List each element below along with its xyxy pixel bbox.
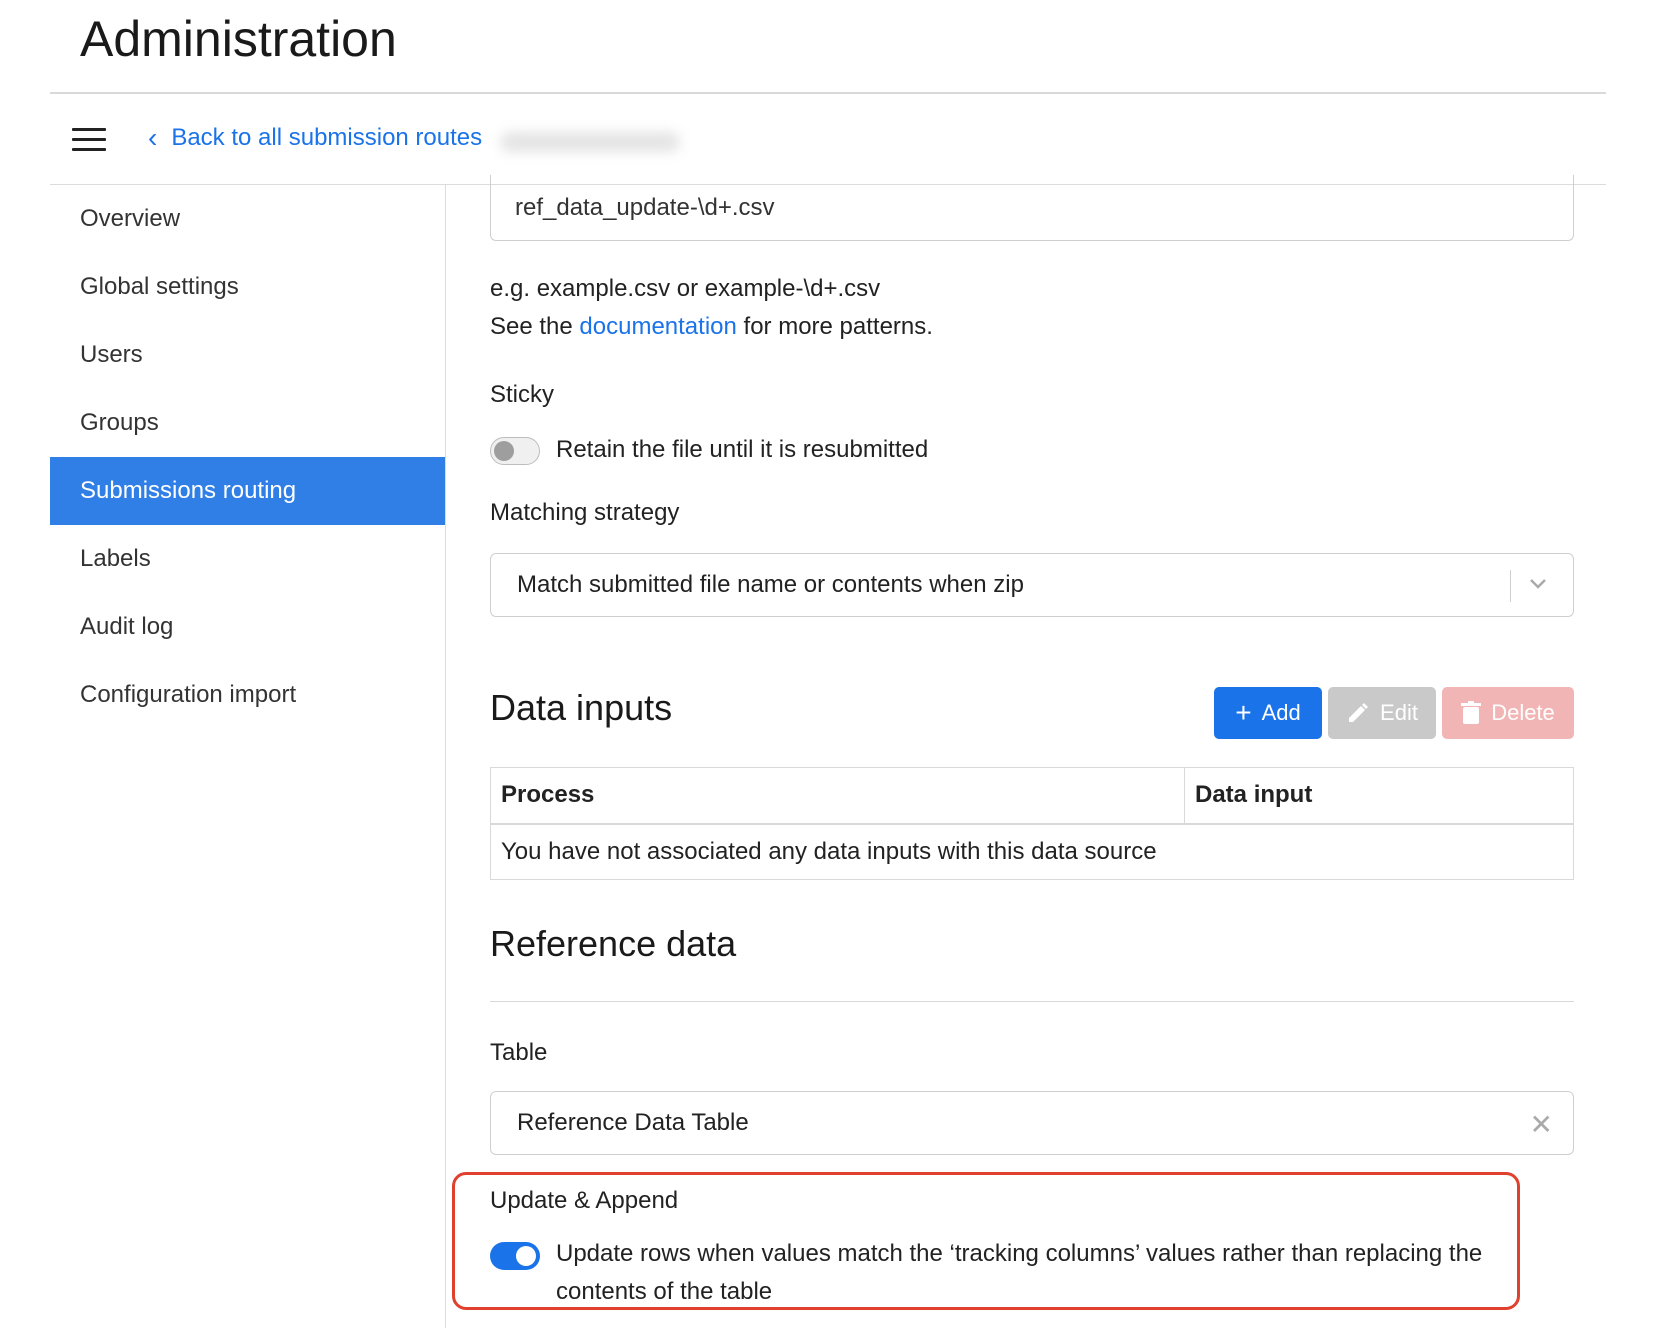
back-link-label: Back to all submission routes bbox=[171, 124, 483, 151]
table-row: You have not associated any data inputs … bbox=[491, 824, 1574, 880]
sidebar-item-groups[interactable]: Groups bbox=[50, 389, 445, 457]
add-button[interactable]: + Add bbox=[1214, 687, 1322, 739]
table-select[interactable]: Reference Data Table ✕ bbox=[490, 1091, 1574, 1155]
edit-button[interactable]: Edit bbox=[1328, 687, 1436, 739]
table-label: Table bbox=[490, 1039, 548, 1066]
hamburger-menu-icon[interactable] bbox=[72, 128, 106, 152]
data-inputs-title: Data inputs bbox=[490, 687, 673, 728]
chevron-down-icon bbox=[1530, 579, 1546, 589]
clear-icon[interactable]: ✕ bbox=[1530, 1108, 1553, 1141]
empty-message: You have not associated any data inputs … bbox=[501, 837, 1157, 865]
table-select-value: Reference Data Table bbox=[517, 1109, 749, 1136]
sidebar: Overview Global settings Users Groups Su… bbox=[50, 185, 446, 1328]
reference-data-title: Reference data bbox=[490, 923, 737, 964]
trash-icon bbox=[1461, 701, 1482, 724]
chevron-left-icon: ‹ bbox=[148, 122, 158, 153]
back-link[interactable]: ‹ Back to all submission routes bbox=[148, 124, 482, 152]
sidebar-item-users[interactable]: Users bbox=[50, 321, 445, 389]
matching-strategy-value: Match submitted file name or contents wh… bbox=[517, 571, 1024, 598]
pattern-help-docs: See the documentation for more patterns. bbox=[490, 313, 933, 340]
sidebar-item-labels[interactable]: Labels bbox=[50, 525, 445, 593]
sticky-toggle-text: Retain the file until it is resubmitted bbox=[556, 436, 929, 463]
matching-strategy-label: Matching strategy bbox=[490, 499, 680, 526]
sidebar-item-overview[interactable]: Overview bbox=[50, 185, 445, 253]
pencil-icon bbox=[1349, 703, 1369, 722]
matching-strategy-select[interactable]: Match submitted file name or contents wh… bbox=[490, 553, 1574, 617]
sidebar-item-global-settings[interactable]: Global settings bbox=[50, 253, 445, 321]
title-divider bbox=[50, 92, 1606, 94]
documentation-link[interactable]: documentation bbox=[579, 313, 736, 340]
sticky-label: Sticky bbox=[490, 381, 555, 408]
plus-icon: + bbox=[1235, 697, 1252, 728]
sidebar-item-configuration-import[interactable]: Configuration import bbox=[50, 661, 445, 729]
column-header-data-input: Data input bbox=[1184, 767, 1574, 825]
sidebar-item-audit-log[interactable]: Audit log bbox=[50, 593, 445, 661]
delete-button[interactable]: Delete bbox=[1442, 687, 1574, 739]
data-inputs-table: Process Data input You have not associat… bbox=[490, 767, 1574, 880]
column-header-process: Process bbox=[490, 767, 1185, 825]
pattern-help-example: e.g. example.csv or example-\d+.csv bbox=[490, 275, 881, 302]
sticky-toggle[interactable] bbox=[490, 437, 540, 465]
blurred-route-name bbox=[500, 132, 680, 152]
sidebar-item-submissions-routing[interactable]: Submissions routing bbox=[50, 457, 445, 525]
page-title: Administration bbox=[80, 11, 397, 67]
highlight-box bbox=[452, 1172, 1520, 1310]
pattern-input[interactable]: ref_data_update-\d+.csv bbox=[490, 175, 1574, 241]
reference-data-divider bbox=[490, 1001, 1574, 1002]
